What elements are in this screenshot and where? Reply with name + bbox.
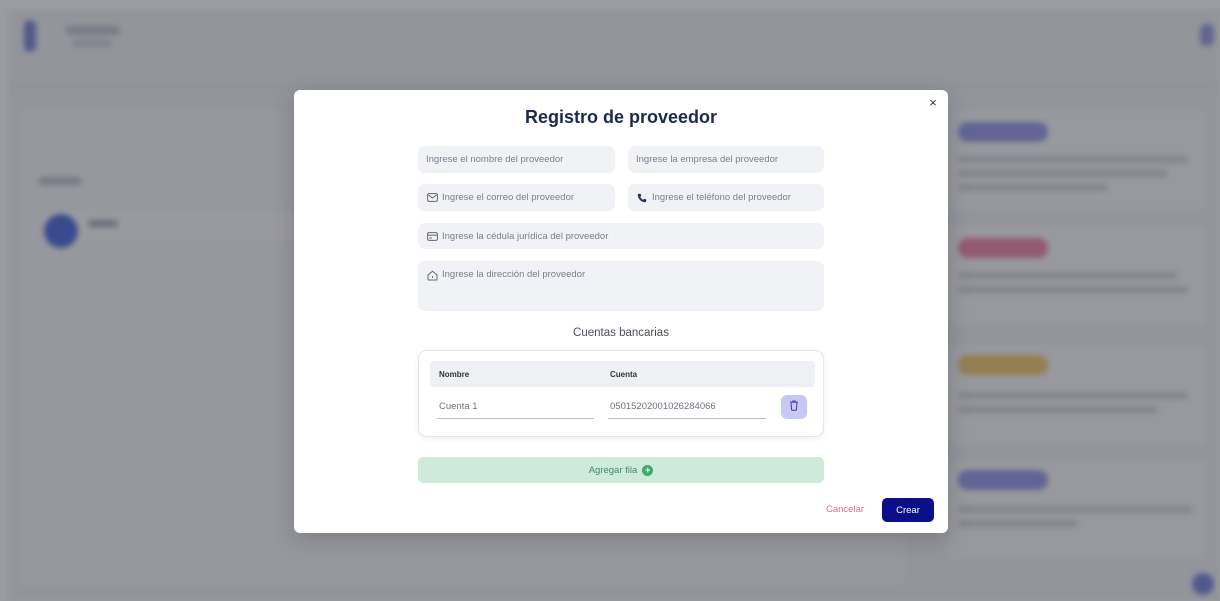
bank-accounts-table: Nombre Cuenta Cuenta 1 05015202001026284…	[418, 350, 824, 437]
add-row-label: Agregar fila	[588, 464, 638, 476]
create-button[interactable]: Crear	[882, 498, 934, 522]
supplier-legal-id-input[interactable]: Ingrese la cédula jurídica del proveedor	[418, 223, 824, 249]
table-header: Nombre Cuenta	[430, 361, 815, 387]
plus-circle-icon: +	[642, 464, 654, 476]
supplier-address-textarea[interactable]: Ingrese la dirección del proveedor	[418, 261, 824, 311]
add-row-button[interactable]: Agregar fila +	[418, 457, 824, 483]
column-header-name: Nombre	[439, 370, 470, 379]
supplier-email-input[interactable]: Ingrese el correo del proveedor	[418, 184, 615, 211]
supplier-address-placeholder: Ingrese la dirección del proveedor	[442, 269, 586, 280]
id-card-icon	[426, 230, 438, 242]
home-icon	[426, 269, 438, 281]
column-header-account: Cuenta	[610, 370, 638, 379]
supplier-name-placeholder: Ingrese el nombre del proveedor	[426, 154, 564, 165]
supplier-name-input[interactable]: Ingrese el nombre del proveedor	[418, 146, 615, 173]
supplier-phone-placeholder: Ingrese el teléfono del proveedor	[652, 192, 791, 203]
supplier-legal-id-placeholder: Ingrese la cédula jurídica del proveedor	[442, 230, 609, 242]
cancel-button[interactable]: Cancelar	[826, 498, 864, 522]
phone-icon	[636, 192, 648, 204]
account-number-input[interactable]: 05015202001026284066	[608, 395, 766, 419]
supplier-email-placeholder: Ingrese el correo del proveedor	[442, 192, 575, 203]
trash-icon	[789, 398, 799, 416]
bank-accounts-title: Cuentas bancarias	[573, 327, 669, 339]
supplier-registration-modal: × Registro de proveedor Ingrese el nombr…	[294, 90, 948, 533]
delete-row-button[interactable]	[781, 395, 807, 419]
supplier-phone-input[interactable]: Ingrese el teléfono del proveedor	[628, 184, 824, 211]
account-name-input[interactable]: Cuenta 1	[437, 395, 594, 419]
supplier-company-placeholder: Ingrese la empresa del proveedor	[636, 154, 779, 165]
mail-icon	[426, 192, 438, 204]
supplier-company-input[interactable]: Ingrese la empresa del proveedor	[628, 146, 824, 173]
modal-title: Registro de proveedor	[524, 107, 718, 127]
